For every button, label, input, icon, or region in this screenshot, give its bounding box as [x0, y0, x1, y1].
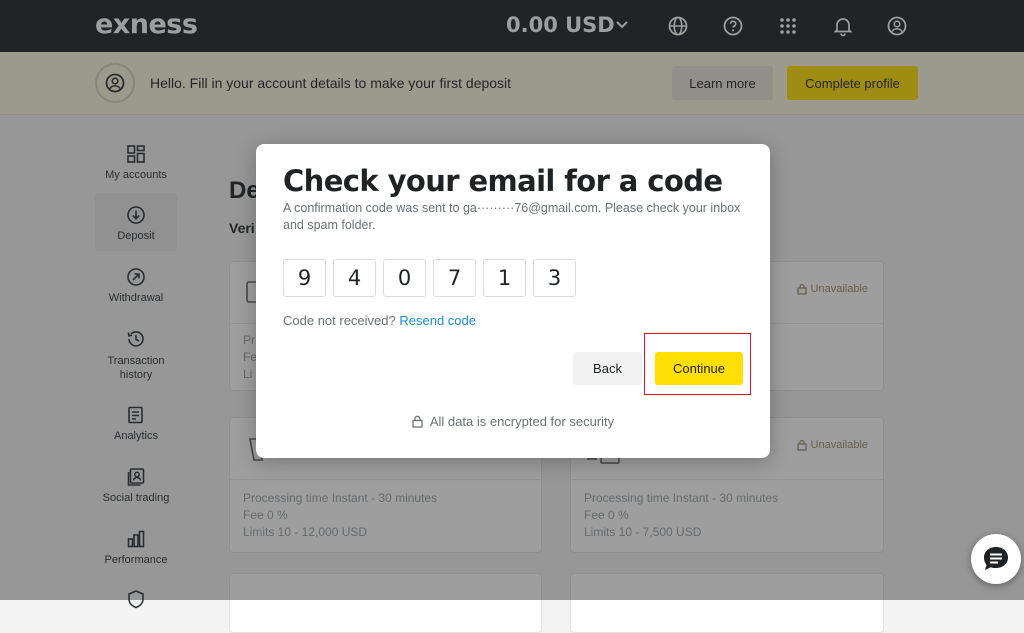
resend-row: Code not received? Resend code [283, 313, 476, 328]
chat-button[interactable] [971, 534, 1021, 584]
code-not-received-text: Code not received? [283, 313, 396, 328]
resend-code-link[interactable]: Resend code [399, 313, 476, 328]
modal-title: Check your email for a code [283, 164, 723, 198]
code-digit-input[interactable]: 9 [283, 259, 326, 297]
code-digit-input[interactable]: 7 [433, 259, 476, 297]
chat-icon [984, 547, 1008, 570]
security-note: All data is encrypted for security [256, 414, 770, 429]
code-digit-input[interactable]: 3 [533, 259, 576, 297]
code-input-group: 9 4 0 7 1 3 [283, 259, 583, 297]
modal-description: A confirmation code was sent to ga······… [283, 201, 741, 232]
security-note-text: All data is encrypted for security [429, 414, 615, 429]
back-button[interactable]: Back [573, 352, 642, 385]
code-digit-input[interactable]: 4 [333, 259, 376, 297]
code-digit-input[interactable]: 1 [483, 259, 526, 297]
code-digit-input[interactable]: 0 [383, 259, 426, 297]
lock-icon [412, 415, 423, 428]
verification-modal: Check your email for a code A confirmati… [256, 144, 770, 458]
continue-button[interactable]: Continue [655, 352, 743, 385]
